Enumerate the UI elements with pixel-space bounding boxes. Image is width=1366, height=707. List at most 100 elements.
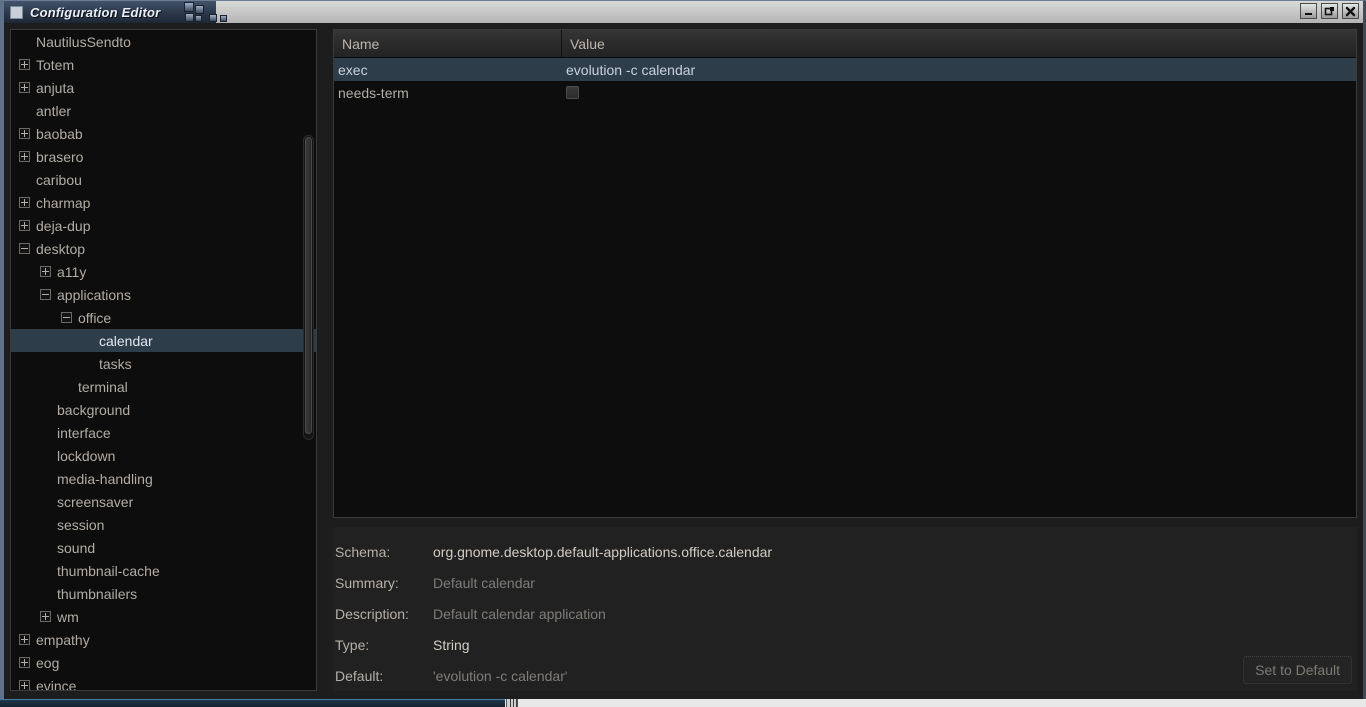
tree-item-terminal[interactable]: terminal <box>11 375 316 398</box>
cell-key-value[interactable] <box>562 86 1356 99</box>
detail-row: Description: Default calendar application <box>335 598 1357 629</box>
minimize-button[interactable] <box>1300 3 1317 19</box>
tree-scrollbar-thumb[interactable] <box>305 137 312 434</box>
expand-icon[interactable] <box>40 266 51 277</box>
settings-tree: NautilusSendto Totem anjuta antler baobab bra… <box>11 30 316 691</box>
tree-item-deja-dup[interactable]: deja-dup <box>11 214 316 237</box>
tree-item-label: deja-dup <box>36 217 91 234</box>
tree-item-label: lockdown <box>57 447 116 464</box>
tree-item-label: evince <box>36 677 77 691</box>
tree-item-label: anjuta <box>36 79 75 96</box>
key-value-table[interactable]: Name Value exec evolution -c calendar need… <box>333 29 1357 518</box>
detail-value: Default calendar application <box>433 605 606 622</box>
cell-key-value[interactable]: evolution -c calendar <box>562 62 1356 78</box>
tree-item-media-handling[interactable]: media-handling <box>11 467 316 490</box>
tree-item-empathy[interactable]: empathy <box>11 628 316 651</box>
expand-icon[interactable] <box>19 220 30 231</box>
tree-item-antler[interactable]: antler <box>11 99 316 122</box>
tree-item-desktop[interactable]: desktop <box>11 237 316 260</box>
tree-item-label: brasero <box>36 148 84 165</box>
collapse-icon[interactable] <box>40 289 51 300</box>
detail-label: Default: <box>335 667 384 684</box>
tree-item-totem[interactable]: Totem <box>11 53 316 76</box>
detail-label: Schema: <box>335 543 391 560</box>
tree-item-session[interactable]: session <box>11 513 316 536</box>
tree-item-thumbnail-cache[interactable]: thumbnail-cache <box>11 559 316 582</box>
key-details-panel: Schema: org.gnome.desktop.default-applica… <box>333 527 1357 691</box>
window-controls <box>1300 3 1359 19</box>
tree-item-lockdown[interactable]: lockdown <box>11 444 316 467</box>
collapse-icon[interactable] <box>19 243 30 254</box>
tree-item-baobab[interactable]: baobab <box>11 122 316 145</box>
tree-item-evince[interactable]: evince <box>11 674 316 691</box>
tree-item-office[interactable]: office <box>11 306 316 329</box>
detail-row: Schema: org.gnome.desktop.default-applica… <box>335 536 1357 567</box>
tree-item-sound[interactable]: sound <box>11 536 316 559</box>
tree-item-label: terminal <box>78 378 128 395</box>
expand-icon[interactable] <box>19 680 30 690</box>
tree-item-wm[interactable]: wm <box>11 605 316 628</box>
tree-item-screensaver[interactable]: screensaver <box>11 490 316 513</box>
tree-item-label: a11y <box>57 263 87 280</box>
tree-item-label: Totem <box>36 56 75 73</box>
tree-item-tasks[interactable]: tasks <box>11 352 316 375</box>
expand-icon[interactable] <box>19 151 30 162</box>
title-bar[interactable]: Configuration Editor <box>4 1 1363 23</box>
expand-icon[interactable] <box>19 82 30 93</box>
tree-item-interface[interactable]: interface <box>11 421 316 444</box>
close-button[interactable] <box>1342 3 1359 19</box>
column-header-value[interactable]: Value <box>562 30 1356 57</box>
tree-item-background[interactable]: background <box>11 398 316 421</box>
value-checkbox[interactable] <box>566 86 579 99</box>
tree-item-label: screensaver <box>57 493 134 510</box>
window-content: NautilusSendto Totem anjuta antler baobab bra… <box>4 23 1363 699</box>
tree-item-label: antler <box>36 102 72 119</box>
tree-item-label: office <box>78 309 112 326</box>
collapse-icon[interactable] <box>61 312 72 323</box>
taskbar-resize-grip[interactable] <box>506 699 518 707</box>
expand-icon[interactable] <box>19 657 30 668</box>
detail-value: 'evolution -c calendar' <box>433 667 568 684</box>
detail-row: Summary: Default calendar <box>335 567 1357 598</box>
tree-item-calendar[interactable]: calendar <box>11 329 316 352</box>
tree-item-brasero[interactable]: brasero <box>11 145 316 168</box>
expand-icon[interactable] <box>40 611 51 622</box>
table-row[interactable]: needs-term <box>334 81 1356 104</box>
tree-item-charmap[interactable]: charmap <box>11 191 316 214</box>
tree-item-eog[interactable]: eog <box>11 651 316 674</box>
tree-item-nautilussendto[interactable]: NautilusSendto <box>11 30 316 53</box>
expand-icon[interactable] <box>19 128 30 139</box>
window-title: Configuration Editor <box>30 4 161 20</box>
table-row[interactable]: exec evolution -c calendar <box>334 58 1356 81</box>
desktop-taskbar[interactable] <box>0 699 1366 707</box>
key-pane: Name Value exec evolution -c calendar need… <box>333 29 1357 691</box>
tree-item-applications[interactable]: applications <box>11 283 316 306</box>
tree-item-anjuta[interactable]: anjuta <box>11 76 316 99</box>
expand-icon[interactable] <box>19 59 30 70</box>
tree-vertical-scrollbar[interactable] <box>303 135 314 440</box>
taskbar-active-region[interactable] <box>0 699 505 707</box>
detail-row: Default: 'evolution -c calendar' <box>335 660 1357 691</box>
tree-item-label: wm <box>57 608 79 625</box>
settings-tree-pane[interactable]: NautilusSendto Totem anjuta antler baobab bra… <box>10 29 317 691</box>
set-to-default-button[interactable]: Set to Default <box>1243 656 1352 684</box>
tree-item-thumbnailers[interactable]: thumbnailers <box>11 582 316 605</box>
tree-item-caribou[interactable]: caribou <box>11 168 316 191</box>
expand-icon[interactable] <box>19 197 30 208</box>
maximize-button[interactable] <box>1321 3 1338 19</box>
tree-item-a11y[interactable]: a11y <box>11 260 316 283</box>
expand-icon[interactable] <box>19 634 30 645</box>
column-header-name[interactable]: Name <box>334 30 562 57</box>
tree-item-label: desktop <box>36 240 86 257</box>
tree-item-label: thumbnailers <box>57 585 138 602</box>
